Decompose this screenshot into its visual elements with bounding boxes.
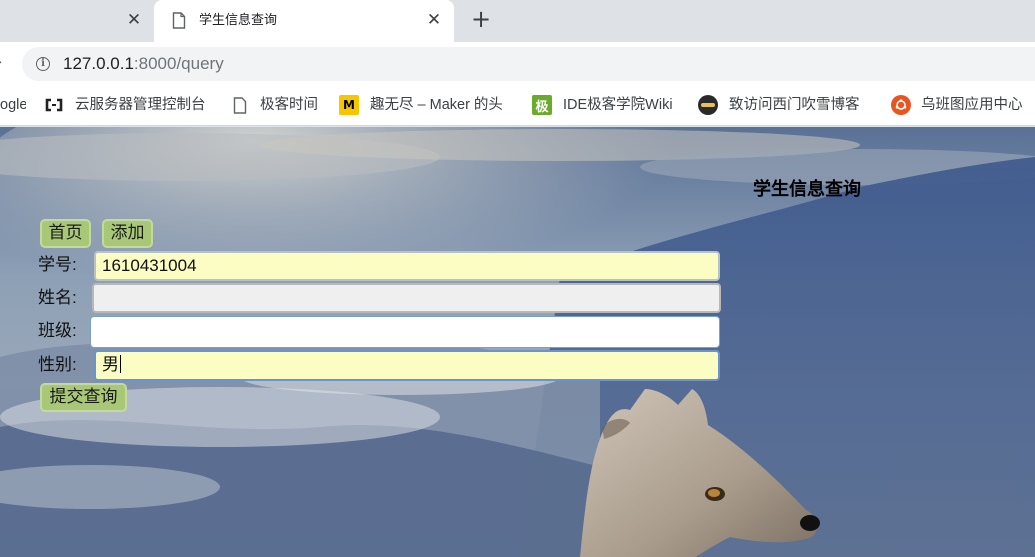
browser-toolbar: › i 127.0.0.1:8000/query	[0, 42, 1035, 85]
url-text[interactable]: 127.0.0.1:8000/query	[63, 53, 224, 75]
gender-value: 男	[102, 355, 119, 374]
blog-icon	[698, 95, 718, 115]
bookmarks-bar: ogle 云服务器管理控制台 极客时间 M 趣无尽 – Maker 的头 极 I…	[0, 85, 1035, 126]
tab-active[interactable]: 学生信息查询 ✕	[154, 0, 454, 42]
student-id-value: 1610431004	[102, 256, 197, 275]
add-button[interactable]: 添加	[102, 219, 153, 248]
tab-title: 学生信息查询	[199, 13, 278, 28]
bookmark-blog[interactable]: 致访问西门吹雪博客	[729, 94, 869, 116]
bookmark-jikewiki[interactable]: IDE极客学院Wiki	[563, 94, 683, 116]
bookmark-maker[interactable]: 趣无尽 – Maker 的头	[370, 94, 513, 116]
maker-icon: M	[339, 95, 359, 115]
jike-icon: 极	[532, 95, 552, 115]
ubuntu-icon	[891, 95, 911, 115]
aliyun-icon	[44, 95, 64, 115]
url-host: 127.0.0.1	[63, 54, 134, 73]
home-button[interactable]: 首页	[40, 219, 91, 248]
info-icon[interactable]: i	[36, 57, 50, 71]
student-id-input[interactable]: 1610431004	[94, 251, 720, 281]
address-bar[interactable]: i 127.0.0.1:8000/query	[22, 47, 1035, 81]
class-label: 班级:	[38, 321, 77, 340]
close-tab-icon[interactable]: ✕	[126, 12, 142, 29]
bookmark-aliyun[interactable]: 云服务器管理控制台	[75, 94, 215, 116]
student-id-label: 学号:	[38, 255, 77, 274]
submit-query-button[interactable]: 提交查询	[40, 383, 127, 412]
gender-input[interactable]: 男	[94, 350, 720, 381]
tab-previous[interactable]: ✕	[0, 0, 154, 42]
page-icon	[230, 95, 250, 115]
bookmark-ubuntu[interactable]: 乌班图应用中心	[921, 94, 1031, 116]
page-title: 学生信息查询	[753, 179, 861, 199]
url-path: :8000/query	[133, 54, 224, 73]
page-content: 学生信息查询 首页 添加 学号: 1610431004 姓名: 班级: 性别: …	[0, 127, 1035, 557]
new-tab-icon[interactable]: +	[470, 7, 492, 31]
bookmark-google[interactable]: ogle	[0, 94, 26, 116]
gender-label: 性别:	[38, 355, 77, 374]
document-icon	[172, 12, 186, 29]
name-input[interactable]	[92, 283, 721, 313]
text-caret	[120, 355, 121, 373]
close-tab-icon[interactable]: ✕	[426, 12, 442, 29]
name-label: 姓名:	[38, 288, 77, 307]
bookmark-geektime[interactable]: 极客时间	[260, 94, 325, 116]
back-arrow-icon[interactable]: ›	[0, 52, 2, 71]
tab-strip: ✕ 学生信息查询 ✕ +	[0, 0, 1035, 42]
class-input[interactable]	[90, 316, 720, 348]
